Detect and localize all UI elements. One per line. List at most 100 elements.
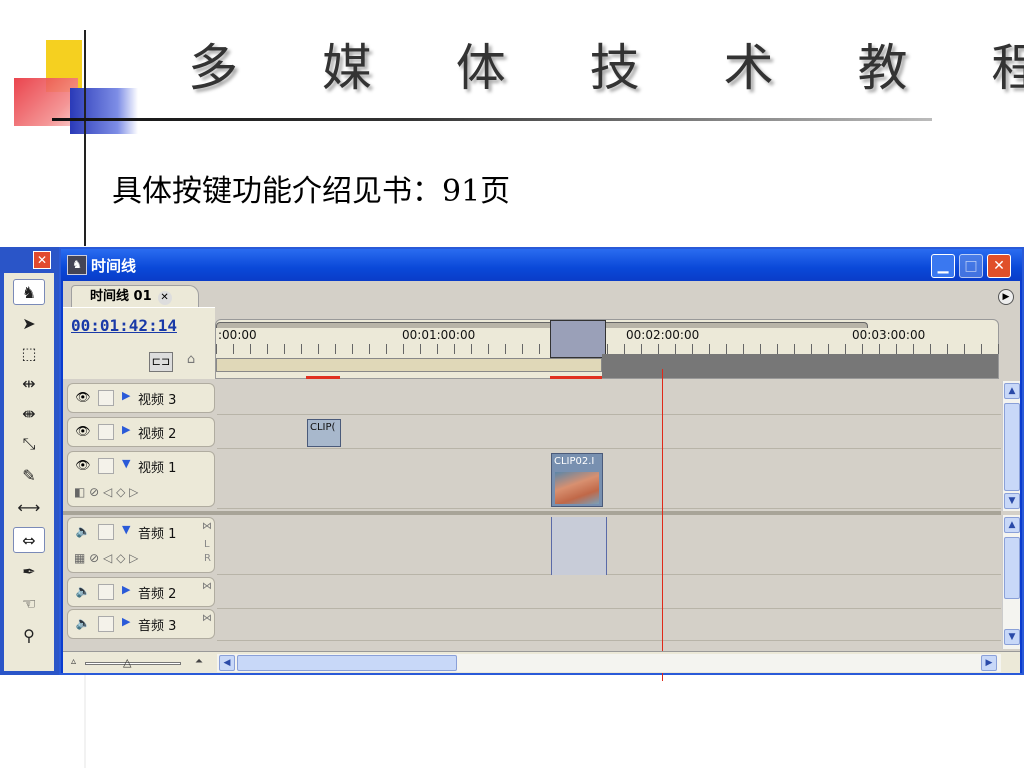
scroll-down-icon[interactable]: ▼ — [1004, 493, 1020, 509]
track-lane-audio2[interactable] — [217, 577, 1001, 609]
clip-b[interactable]: CLIP02.I — [551, 453, 603, 507]
bottom-bar: ▵ △ ⏶ ◀ ▶ — [63, 651, 1020, 673]
marker-icon[interactable]: ⌂ — [183, 352, 199, 372]
window-title: 时间线 — [91, 257, 137, 275]
track-name: 视频 2 — [138, 427, 177, 442]
rate-stretch-icon[interactable]: ⤡ — [13, 431, 45, 457]
hand-icon[interactable]: ☜ — [13, 591, 45, 617]
tab-label: 时间线 01 — [90, 289, 152, 304]
lock-toggle[interactable] — [98, 584, 114, 600]
scroll-thumb[interactable] — [1004, 537, 1020, 599]
eye-icon[interactable]: 👁 — [74, 458, 92, 476]
slip-icon[interactable]: ⟷ — [13, 495, 45, 521]
selection-icon[interactable]: ➤ — [13, 311, 45, 337]
app-icon: ♞ — [67, 255, 87, 275]
playhead[interactable] — [662, 369, 663, 681]
scroll-thumb[interactable] — [237, 655, 457, 671]
track-name: 音频 2 — [138, 587, 177, 602]
audio-selection — [551, 517, 607, 575]
toolbox-close-icon[interactable]: ✕ — [33, 251, 51, 269]
track-header-video3[interactable]: 👁 ▶ 视频 3 — [67, 383, 215, 413]
clip-label: CLIP02.I — [554, 456, 595, 467]
ruler-label: :00:00 — [218, 328, 257, 342]
scroll-thumb[interactable] — [1004, 403, 1020, 491]
track-lane-video3[interactable] — [217, 383, 1001, 415]
pen-icon[interactable]: ✒ — [13, 559, 45, 585]
scroll-up-icon[interactable]: ▲ — [1004, 383, 1020, 399]
track-name: 视频 1 — [138, 461, 177, 476]
zoom-in-icon[interactable]: ⏶ — [195, 656, 203, 667]
zoom-track[interactable] — [85, 662, 181, 665]
lock-toggle[interactable] — [98, 524, 114, 540]
speaker-icon[interactable]: 🔈 — [74, 584, 92, 602]
audio-scrollbar[interactable]: ▲ ▼ — [1002, 515, 1020, 649]
track-header-audio3[interactable]: 🔈 ▶ 音频 3 ⋈ — [67, 609, 215, 639]
decor-blue-square — [70, 88, 138, 134]
track-lane-audio3[interactable] — [217, 609, 1001, 641]
pan-lr-icon: LR — [204, 539, 211, 564]
zoom-slider[interactable]: ▵ △ ⏶ — [71, 656, 211, 670]
scroll-down-icon[interactable]: ▼ — [1004, 629, 1020, 645]
speaker-icon[interactable]: 🔈 — [74, 616, 92, 634]
horizontal-scrollbar[interactable]: ◀ ▶ — [217, 654, 1001, 672]
ruler-label: 00:01:00:00 — [402, 328, 476, 342]
speaker-icon[interactable]: 🔈 — [74, 524, 92, 542]
zoom-knob-icon[interactable]: △ — [123, 656, 131, 669]
keyframe-controls-icon[interactable]: ◧ ⊘ ◁ ◇ ▷ — [74, 485, 138, 499]
zoom-out-icon[interactable]: ▵ — [71, 656, 76, 667]
viewing-area-bar[interactable] — [216, 322, 868, 328]
lock-toggle[interactable] — [98, 424, 114, 440]
tab-close-icon[interactable]: ✕ — [157, 291, 172, 305]
track-header-video2[interactable]: 👁 ▶ 视频 2 — [67, 417, 215, 447]
track-lane-video2[interactable]: CLIP( — [217, 417, 1001, 449]
track-name: 视频 3 — [138, 393, 177, 408]
scroll-left-icon[interactable]: ◀ — [219, 655, 235, 671]
keyframe-controls-icon[interactable]: ▦ ⊘ ◁ ◇ ▷ — [74, 551, 138, 565]
lock-toggle[interactable] — [98, 458, 114, 474]
decor-horizontal-line — [52, 118, 932, 121]
eye-icon[interactable]: 👁 — [74, 424, 92, 442]
tab-timeline-01[interactable]: 时间线 01 ✕ — [71, 285, 199, 307]
track-lane-audio1[interactable] — [217, 517, 1001, 575]
clip-a[interactable]: CLIP( — [307, 419, 341, 447]
track-header-video1[interactable]: 👁 ▼ 视频 1 ◧ ⊘ ◁ ◇ ▷ — [67, 451, 215, 507]
lock-toggle[interactable] — [98, 390, 114, 406]
scroll-up-icon[interactable]: ▲ — [1004, 517, 1020, 533]
close-button[interactable]: ✕ — [987, 254, 1011, 278]
time-ruler[interactable]: :00:00 00:01:00:00 00:02:00:00 00:03:00:… — [215, 319, 1000, 379]
expand-icon[interactable]: ▶ — [122, 583, 130, 596]
collapse-icon[interactable]: ▼ — [122, 523, 130, 536]
razor-icon[interactable]: ✎ — [13, 463, 45, 489]
render-marker — [306, 376, 340, 379]
slide-icon[interactable]: ⇔ — [13, 527, 45, 553]
timeline-app: ✕ ♞ ➤ ⬚ ⇹ ⇼ ⤡ ✎ ⟷ ⇔ ✒ ☜ ⚲ ♞ 时间线 ▁ □ ✕ 时间… — [0, 247, 1024, 681]
expand-icon[interactable]: ▶ — [122, 389, 130, 402]
eye-icon[interactable]: 👁 — [74, 390, 92, 408]
collapse-icon[interactable]: ▼ — [122, 457, 130, 470]
minimize-button[interactable]: ▁ — [931, 254, 955, 278]
current-timecode[interactable]: 00:01:42:14 — [71, 316, 177, 335]
video-audio-divider[interactable] — [63, 511, 1001, 515]
work-area-bar[interactable] — [216, 358, 602, 372]
rolling-edit-icon[interactable]: ⇼ — [13, 401, 45, 427]
clip-thumbnail — [555, 472, 599, 504]
expand-icon[interactable]: ▶ — [122, 615, 130, 628]
range-select-icon[interactable]: ⬚ — [13, 341, 45, 367]
snap-icon[interactable]: ⊏⊐ — [149, 352, 173, 372]
maximize-button[interactable]: □ — [959, 254, 983, 278]
window-titlebar[interactable]: ♞ 时间线 ▁ □ ✕ — [61, 249, 1022, 281]
panel-menu-icon[interactable]: ▶ — [998, 289, 1014, 305]
video-scrollbar[interactable]: ▲ ▼ — [1002, 381, 1020, 511]
expand-icon[interactable]: ▶ — [122, 423, 130, 436]
track-name: 音频 3 — [138, 619, 177, 634]
scroll-right-icon[interactable]: ▶ — [981, 655, 997, 671]
ripple-edit-icon[interactable]: ⇹ — [13, 371, 45, 397]
lock-toggle[interactable] — [98, 616, 114, 632]
track-header-audio1[interactable]: 🔈 ▼ 音频 1 ⋈ LR ▦ ⊘ ◁ ◇ ▷ — [67, 517, 215, 573]
track-area: 👁 ▶ 视频 3 👁 ▶ 视频 2 CLIP(👁 ▼ 视频 1 ◧ ⊘ ◁ ◇… — [63, 381, 1020, 649]
track-lane-video1[interactable]: CLIP02.I — [217, 451, 1001, 509]
zoom-icon[interactable]: ⚲ — [13, 623, 45, 649]
track-header-audio2[interactable]: 🔈 ▶ 音频 2 ⋈ — [67, 577, 215, 607]
track-select-icon[interactable]: ♞ — [13, 279, 45, 305]
sync-icon: ⋈ — [202, 581, 212, 592]
